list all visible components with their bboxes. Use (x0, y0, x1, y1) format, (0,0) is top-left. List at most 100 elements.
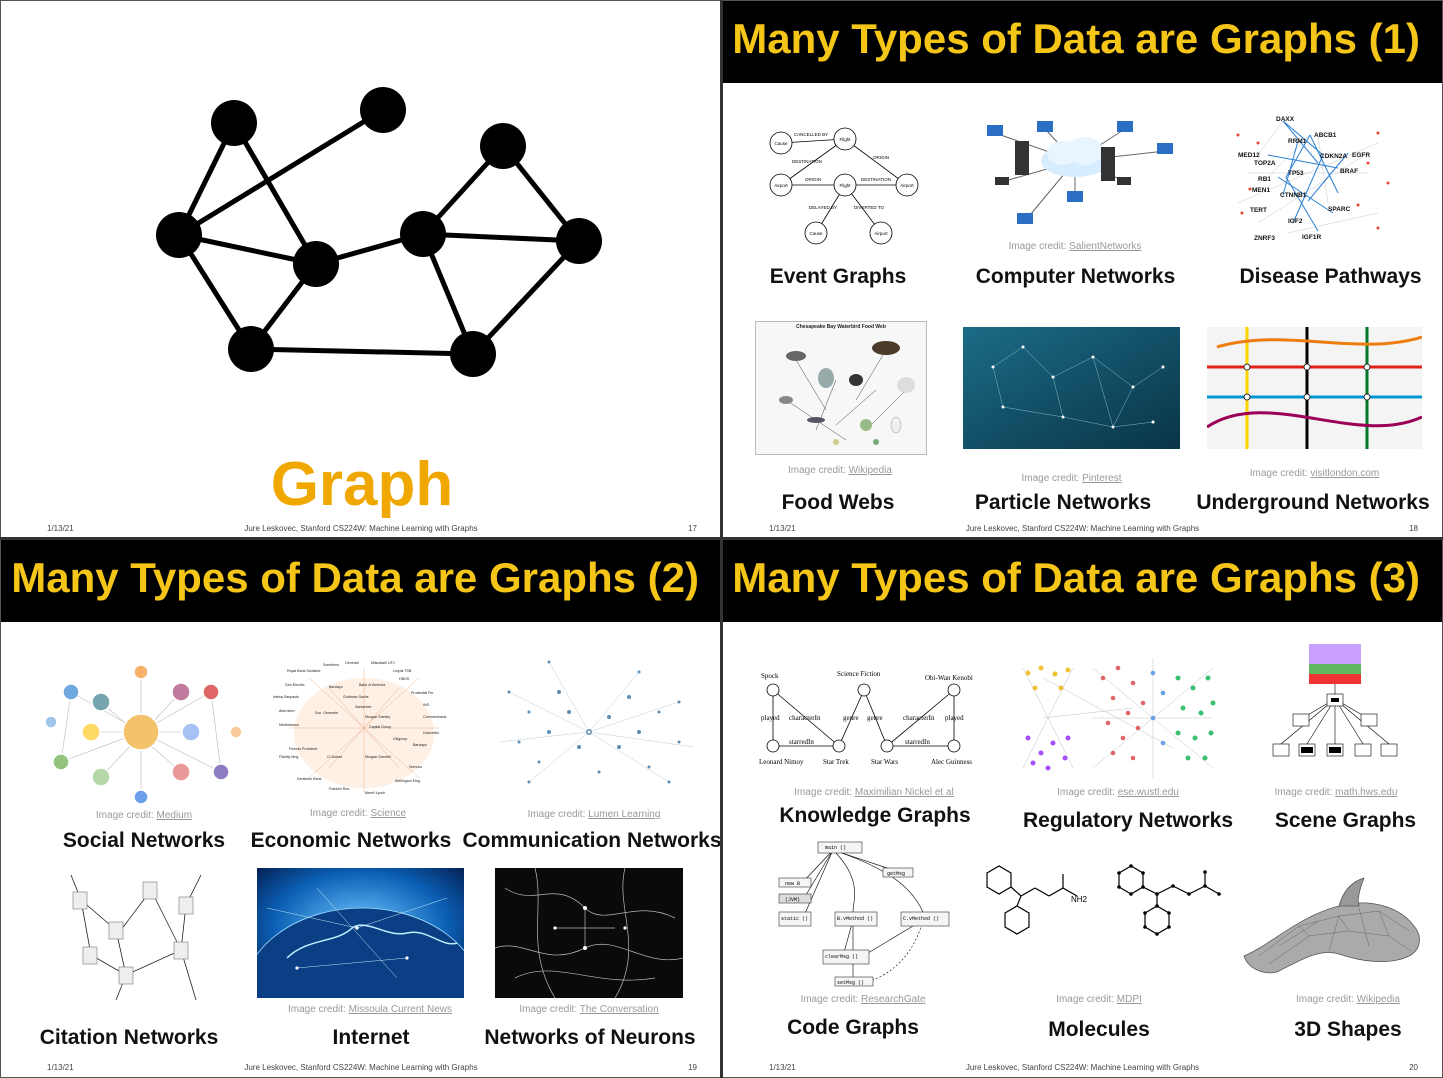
caption-social-networks: Social Networks (62, 829, 226, 852)
gene-label: SPARC (1328, 206, 1351, 213)
footer-author: Jure Leskovec, Stanford CS224W: Machine … (965, 1063, 1200, 1072)
economic-label: Lloyds TSB (393, 669, 412, 673)
gene-label: CTNNB1 (1280, 192, 1307, 199)
credit-link[interactable]: Maximilian Nickel et al (855, 787, 954, 798)
title-bar: Many Types of Data are Graphs (2) (1, 540, 721, 622)
gene-label: IGF2 (1288, 218, 1303, 225)
economic-label: Merrill Lynch (365, 791, 385, 795)
gene-label: CDKN2A (1320, 153, 1347, 160)
event-label: Airport (774, 183, 788, 188)
disease-pathway-image: DAXX ABCB1 MED12 RRM1 CDKN2A EGFR TOP2A … (1236, 116, 1390, 242)
kg-label: characterIn (789, 714, 821, 722)
economic-label: Friends Provident (289, 747, 317, 751)
caption-computer-networks: Computer Networks (975, 265, 1176, 288)
economic-label: Deutsche Bank (297, 777, 322, 781)
slide-footer: 1/13/21 Jure Leskovec, Stanford CS224W: … (1, 1063, 721, 1075)
credit-regulatory-networks: Image credit: ese.wustl.edu (1057, 787, 1179, 798)
credit-link[interactable]: math.hws.edu (1335, 787, 1397, 798)
footer-page: 19 (688, 1063, 697, 1072)
kg-label: Leonard Nimoy (759, 758, 804, 766)
dolphin-mesh-image (1243, 877, 1420, 974)
credit-link[interactable]: ResearchGate (861, 994, 925, 1005)
credit-link[interactable]: The Conversation (580, 1004, 659, 1015)
credit-3d-shapes: Image credit: Wikipedia (1296, 994, 1400, 1005)
code-label: (JVM) (785, 897, 800, 903)
economic-label: Santander (355, 705, 372, 709)
gene-label: BRAF (1340, 168, 1358, 175)
economic-label: Citigroup (393, 737, 407, 741)
gene-label: EGFR (1352, 152, 1370, 159)
credit-link[interactable]: Lumen Learning (588, 809, 660, 820)
gene-label: TERT (1250, 207, 1267, 214)
neuron-network-image (495, 868, 683, 998)
event-label: Flight (839, 137, 851, 142)
credit-link[interactable]: Wikipedia (1357, 994, 1400, 1005)
caption-disease-pathways: Disease Pathways (1239, 265, 1422, 288)
caption-citation-networks: Citation Networks (39, 1026, 219, 1049)
credit-link[interactable]: MDPI (1117, 994, 1142, 1005)
event-label: CANCELLED BY (794, 132, 828, 137)
economic-label: Aberdeen (279, 709, 295, 713)
molecule-nh2-label: NH2 (1071, 895, 1088, 904)
regulatory-network-image (1022, 658, 1216, 778)
caption-particle-networks: Particle Networks (974, 491, 1152, 514)
molecules-image: NH2 (986, 864, 1221, 936)
kg-label: played (945, 714, 964, 722)
economic-label: HBOS (399, 677, 410, 681)
caption-scene-graphs: Scene Graphs (1274, 809, 1417, 832)
credit-link[interactable]: Pinterest (1082, 473, 1121, 484)
caption-networks-of-neurons: Networks of Neurons (484, 1026, 696, 1049)
credit-communication-networks: Image credit: Lumen Learning (527, 809, 661, 820)
code-label: setMsg () (837, 980, 864, 986)
footer-page: 17 (688, 524, 697, 533)
code-label: static () (781, 916, 808, 922)
social-network-image (44, 664, 243, 804)
event-label: DESTINATION (861, 177, 891, 182)
credit-link[interactable]: visitlondon.com (1310, 468, 1379, 479)
gene-label: ZNRF3 (1254, 235, 1275, 242)
underground-map-image (1207, 327, 1422, 449)
credit-scene-graphs: Image credit: math.hws.edu (1274, 787, 1398, 798)
gene-label: DAXX (1276, 116, 1295, 123)
footer-page: 20 (1409, 1063, 1418, 1072)
slide-footer: 1/13/21 Jure Leskovec, Stanford CS224W: … (1, 524, 721, 536)
economic-label: Generali (345, 661, 359, 665)
credit-link[interactable]: Missoula Current News (349, 1004, 452, 1015)
slide-title: Many Types of Data are Graphs (3) (732, 554, 1420, 601)
title-bar: Many Types of Data are Graphs (1) (723, 1, 1442, 83)
economic-label: Intesa-Sanpaolo (273, 695, 299, 699)
credit-link[interactable]: SalientNetworks (1069, 241, 1141, 252)
event-label: Cause (809, 231, 823, 236)
event-graph-image: CANCELLED BY Cause Flight DESTINATION OR… (769, 127, 919, 245)
economic-label: Nomura (409, 765, 422, 769)
economic-label: Prudential Fin. (411, 691, 434, 695)
economic-label: Mediobanca (279, 723, 299, 727)
credit-link[interactable]: Medium (157, 810, 193, 821)
caption-communication-networks: Communication Networks (462, 829, 722, 852)
food-web-image: Chesapeake Bay Waterbird Food Web (755, 321, 927, 455)
credit-link[interactable]: Science (371, 808, 407, 819)
kg-label: starredIn (789, 738, 814, 746)
credit-link[interactable]: Wikipedia (849, 465, 892, 476)
economic-label: Mitsubishi UFJ (371, 661, 395, 665)
graph-illustration (156, 87, 602, 377)
economic-label: Unicredito (423, 731, 439, 735)
caption-code-graphs: Code Graphs (787, 1016, 919, 1039)
slide-footer: 1/13/21 Jure Leskovec, Stanford CS224W: … (723, 524, 1442, 536)
gene-label: MEN1 (1252, 187, 1270, 194)
footer-page: 18 (1409, 524, 1418, 533)
slide-footer: 1/13/21 Jure Leskovec, Stanford CS224W: … (723, 1063, 1442, 1075)
gene-label: TP53 (1288, 170, 1304, 177)
code-label: C.vMethod () (903, 916, 939, 922)
credit-computer-networks: Image credit: SalientNetworks (1008, 241, 1142, 252)
citation-network-image (70, 874, 202, 1001)
credit-social-networks: Image credit: Medium (95, 810, 193, 821)
economic-label: Franklin Res. (329, 787, 350, 791)
credit-link[interactable]: ese.wustl.edu (1118, 787, 1179, 798)
knowledge-graph-image: Spock Science Fiction Obi-Wan Kenobi pla… (759, 670, 973, 766)
communication-network-image (498, 660, 695, 784)
caption-3d-shapes: 3D Shapes (1294, 1018, 1402, 1041)
gene-label: TOP2A (1254, 160, 1276, 167)
footer-author: Jure Leskovec, Stanford CS224W: Machine … (965, 524, 1200, 533)
credit-economic-networks: Image credit: Science (309, 808, 407, 819)
